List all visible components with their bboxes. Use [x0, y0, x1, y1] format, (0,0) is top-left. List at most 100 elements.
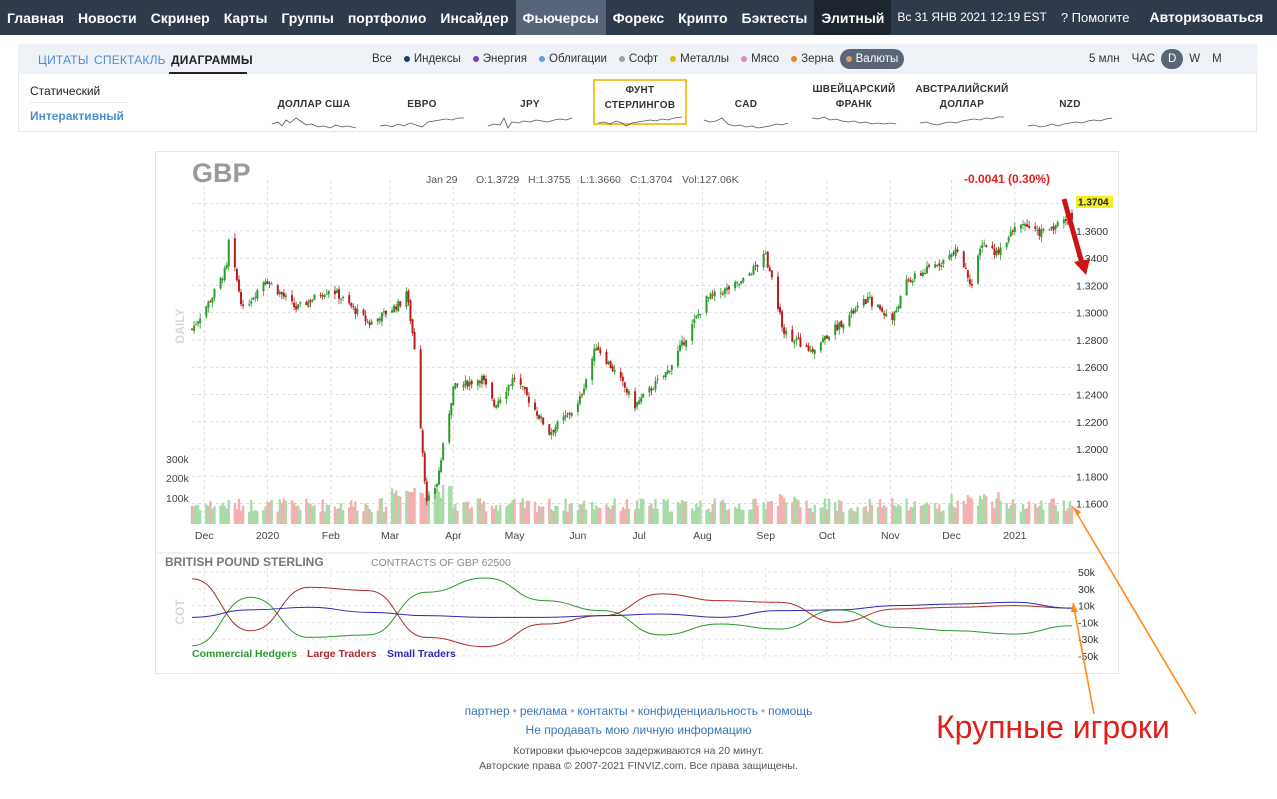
footer-link-privacy[interactable]: конфиденциальность [638, 704, 758, 718]
nav-screener[interactable]: Скринер [144, 0, 217, 35]
candle-body [411, 319, 414, 334]
pair-cad[interactable]: CAD [699, 80, 793, 129]
volume-bar [807, 508, 810, 524]
candle-body [233, 238, 236, 268]
volume-bar [554, 505, 557, 524]
pair-label: ФУНТ СТЕРЛИНГОВ [604, 85, 676, 111]
candle-body [919, 273, 922, 276]
filter-bonds[interactable]: Облигации [533, 49, 613, 69]
tab-performance[interactable]: СПЕКТАКЛЬ [94, 53, 166, 67]
timeframe-weekly[interactable]: W [1183, 49, 1206, 69]
pair-nzd[interactable]: NZD [1023, 80, 1117, 128]
candle-body [623, 382, 626, 388]
candle-body [342, 296, 345, 298]
candle-body [1028, 225, 1031, 228]
login-link[interactable]: Авторизоваться [1137, 0, 1277, 36]
nav-news[interactable]: Новости [71, 0, 144, 35]
nav-maps[interactable]: Карты [217, 0, 275, 35]
nav-portfolio[interactable]: портфолио [341, 0, 434, 35]
pair-usd[interactable]: ДОЛЛАР США [267, 80, 361, 129]
timeframe-monthly[interactable]: M [1206, 49, 1228, 69]
candle-body [382, 311, 385, 313]
footer-do-not-sell[interactable]: Не продавать мою личную информацию [0, 723, 1277, 737]
nav-crypto[interactable]: Крипто [671, 0, 734, 35]
help-link[interactable]: ? Помогите [1053, 0, 1138, 36]
candle-body [607, 361, 610, 364]
filter-energy[interactable]: Энергия [467, 49, 533, 69]
candle-body [534, 402, 537, 410]
volume-bar [337, 508, 341, 524]
filter-all[interactable]: Все [366, 49, 398, 69]
footer-link-ads[interactable]: реклама [520, 704, 567, 718]
volume-bar [911, 507, 914, 524]
volume-bar [1009, 505, 1012, 524]
filter-meats[interactable]: Мясо [735, 49, 785, 69]
volume-bar [570, 503, 573, 524]
nav-backtests[interactable]: Бэктесты [735, 0, 815, 35]
candle-body [478, 381, 481, 383]
pair-aud[interactable]: АВСТРАЛИЙСКИЙ ДОЛЛАР [915, 80, 1009, 126]
volume-bar [478, 498, 482, 524]
footer-link-partner[interactable]: партнер [465, 704, 510, 718]
volume-bar [437, 491, 441, 524]
footer-link-contacts[interactable]: контакты [577, 704, 627, 718]
nav-elite[interactable]: Элитный [814, 0, 892, 35]
filter-metals[interactable]: Металлы [664, 49, 735, 69]
timeframe-daily[interactable]: D [1160, 49, 1184, 69]
tab-charts[interactable]: ДИАГРАММЫ [171, 53, 253, 67]
volume-bar [597, 507, 600, 524]
candle-body [276, 285, 279, 295]
candle-body [1040, 229, 1043, 238]
volume-bar [635, 500, 639, 524]
candle-body [1048, 228, 1051, 230]
nav-insider[interactable]: Инсайдер [433, 0, 515, 35]
volume-bar [435, 489, 439, 524]
volume-bar [313, 505, 316, 524]
filter-grains[interactable]: Зерна [785, 49, 839, 69]
candle-body [791, 329, 794, 342]
volume-bar [290, 500, 294, 524]
candle-body [442, 443, 445, 460]
nav-forex[interactable]: Форекс [606, 0, 671, 35]
candle-body [205, 306, 208, 317]
volume-bar [525, 500, 529, 524]
y-tick-label: 1.2200 [1076, 417, 1108, 429]
candle-body [554, 427, 557, 434]
candle-body [462, 384, 465, 388]
pair-jpy[interactable]: JPY [483, 80, 577, 129]
candle-body [427, 495, 430, 500]
volume-bar [1050, 498, 1053, 524]
volume-bar [1025, 508, 1029, 524]
candle-body [736, 281, 739, 283]
nav-futures[interactable]: Фьючерсы [515, 0, 606, 35]
timeframe-5min[interactable]: 5 млн [1083, 49, 1126, 69]
volume-bar [409, 491, 412, 524]
volume-bar [870, 504, 874, 524]
filter-softs[interactable]: Софт [613, 49, 664, 69]
timeframe-hour[interactable]: ЧАС [1126, 49, 1161, 69]
volume-bar [482, 501, 486, 524]
volume-bar [390, 488, 394, 524]
candle-body [393, 305, 396, 313]
volume-bar [778, 494, 782, 524]
y-tick-label: 1.2400 [1076, 389, 1108, 401]
price-chart[interactable]: 1.38001.36001.34001.32001.30001.28001.26… [156, 152, 1120, 675]
volume-bar [799, 507, 802, 524]
volume-bar [299, 509, 302, 524]
candle-body [338, 289, 341, 299]
tab-quotes[interactable]: ЦИТАТЫ [38, 53, 89, 67]
pair-gbp[interactable]: ФУНТ СТЕРЛИНГОВ [593, 79, 687, 127]
volume-bar [490, 505, 494, 524]
volume-bar [294, 505, 298, 524]
candle-body [333, 290, 336, 295]
volume-bar [642, 499, 645, 524]
filter-indices[interactable]: Индексы [398, 49, 467, 69]
nav-groups[interactable]: Группы [274, 0, 340, 35]
footer-link-help[interactable]: помощь [768, 704, 812, 718]
pair-eur[interactable]: ЕВРО [375, 80, 469, 128]
nav-home[interactable]: Главная [0, 0, 71, 35]
view-interactive-link[interactable]: Интерактивный [30, 109, 124, 123]
filter-currencies[interactable]: Валюты [839, 49, 905, 69]
pair-chf[interactable]: ШВЕЙЦАРСКИЙ ФРАНК [807, 80, 901, 126]
view-static-link[interactable]: Статический [30, 84, 100, 98]
